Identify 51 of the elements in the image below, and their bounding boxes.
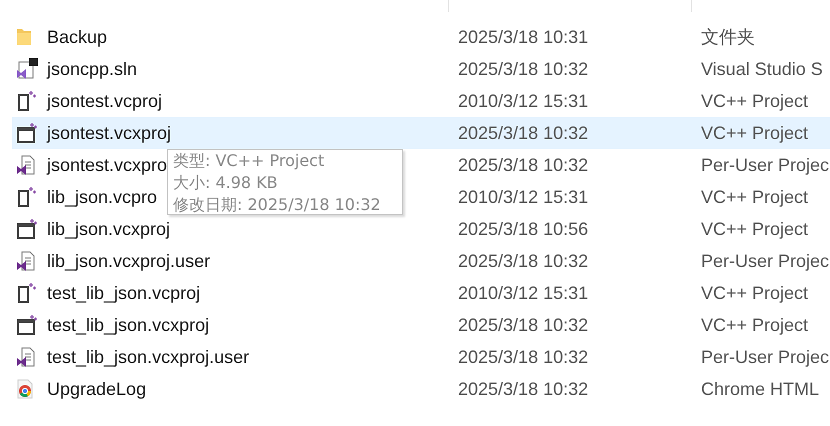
file-type: Chrome HTML [701, 378, 820, 400]
modified-date: 2025/3/18 10:32 [458, 314, 590, 336]
file-type: Per-User Projec [701, 154, 830, 176]
file-type: VC++ Project [701, 90, 808, 112]
project-file-icon [16, 282, 36, 304]
user-settings-icon [16, 346, 36, 368]
user-settings-icon [16, 250, 36, 272]
file-type: VC++ Project [701, 282, 808, 304]
project-window-icon [16, 314, 38, 336]
modified-date: 2025/3/18 10:32 [458, 378, 590, 400]
file-name: jsontest.vcxpro [47, 154, 168, 176]
file-name: jsontest.vcproj [47, 90, 162, 112]
solution-file-icon [16, 58, 38, 80]
browser-file-icon [16, 378, 34, 400]
modified-date: 2025/3/18 10:32 [458, 154, 590, 176]
file-type: 文件夹 [701, 26, 755, 49]
modified-date: 2010/3/12 15:31 [458, 186, 590, 208]
modified-date: 2010/3/12 15:31 [458, 282, 590, 304]
modified-date: 2025/3/18 10:32 [458, 250, 590, 272]
file-name: Backup [47, 26, 108, 48]
project-file-icon [16, 90, 36, 112]
user-settings-icon [16, 154, 36, 176]
project-window-icon [16, 218, 38, 240]
file-type: VC++ Project [701, 314, 808, 336]
modified-date: 2025/3/18 10:31 [458, 26, 590, 48]
file-name: jsoncpp.sln [47, 58, 138, 80]
modified-date: 2010/3/12 15:31 [458, 90, 590, 112]
file-name: test_lib_json.vcproj [47, 282, 200, 304]
modified-date: 2025/3/18 10:56 [458, 218, 590, 240]
file-type: Per-User Projec [701, 250, 830, 272]
file-name: test_lib_json.vcxproj [47, 314, 210, 336]
tooltip-line: 修改日期: 2025/3/18 10:32 [173, 194, 382, 216]
file-name: jsontest.vcxproj [47, 122, 172, 144]
file-type: VC++ Project [701, 218, 808, 240]
file-type: VC++ Project [701, 186, 808, 208]
project-window-icon [16, 122, 38, 144]
file-name: test_lib_json.vcxproj.user [47, 346, 250, 368]
file-name: lib_json.vcxproj [47, 218, 170, 240]
file-type: Visual Studio S [701, 58, 823, 80]
folder-icon [16, 27, 32, 47]
file-type: Per-User Projec [701, 346, 830, 368]
file-type: VC++ Project [701, 122, 808, 144]
project-file-icon [16, 186, 36, 208]
modified-date: 2025/3/18 10:32 [458, 58, 590, 80]
modified-date: 2025/3/18 10:32 [458, 122, 590, 144]
file-name: UpgradeLog [47, 378, 146, 400]
tooltip-line: 类型: VC++ Project [173, 150, 326, 172]
file-name: lib_json.vcpro [47, 186, 158, 208]
tooltip-line: 大小: 4.98 KB [173, 172, 279, 194]
modified-date: 2025/3/18 10:32 [458, 346, 590, 368]
file-name: lib_json.vcxproj.user [47, 250, 210, 272]
